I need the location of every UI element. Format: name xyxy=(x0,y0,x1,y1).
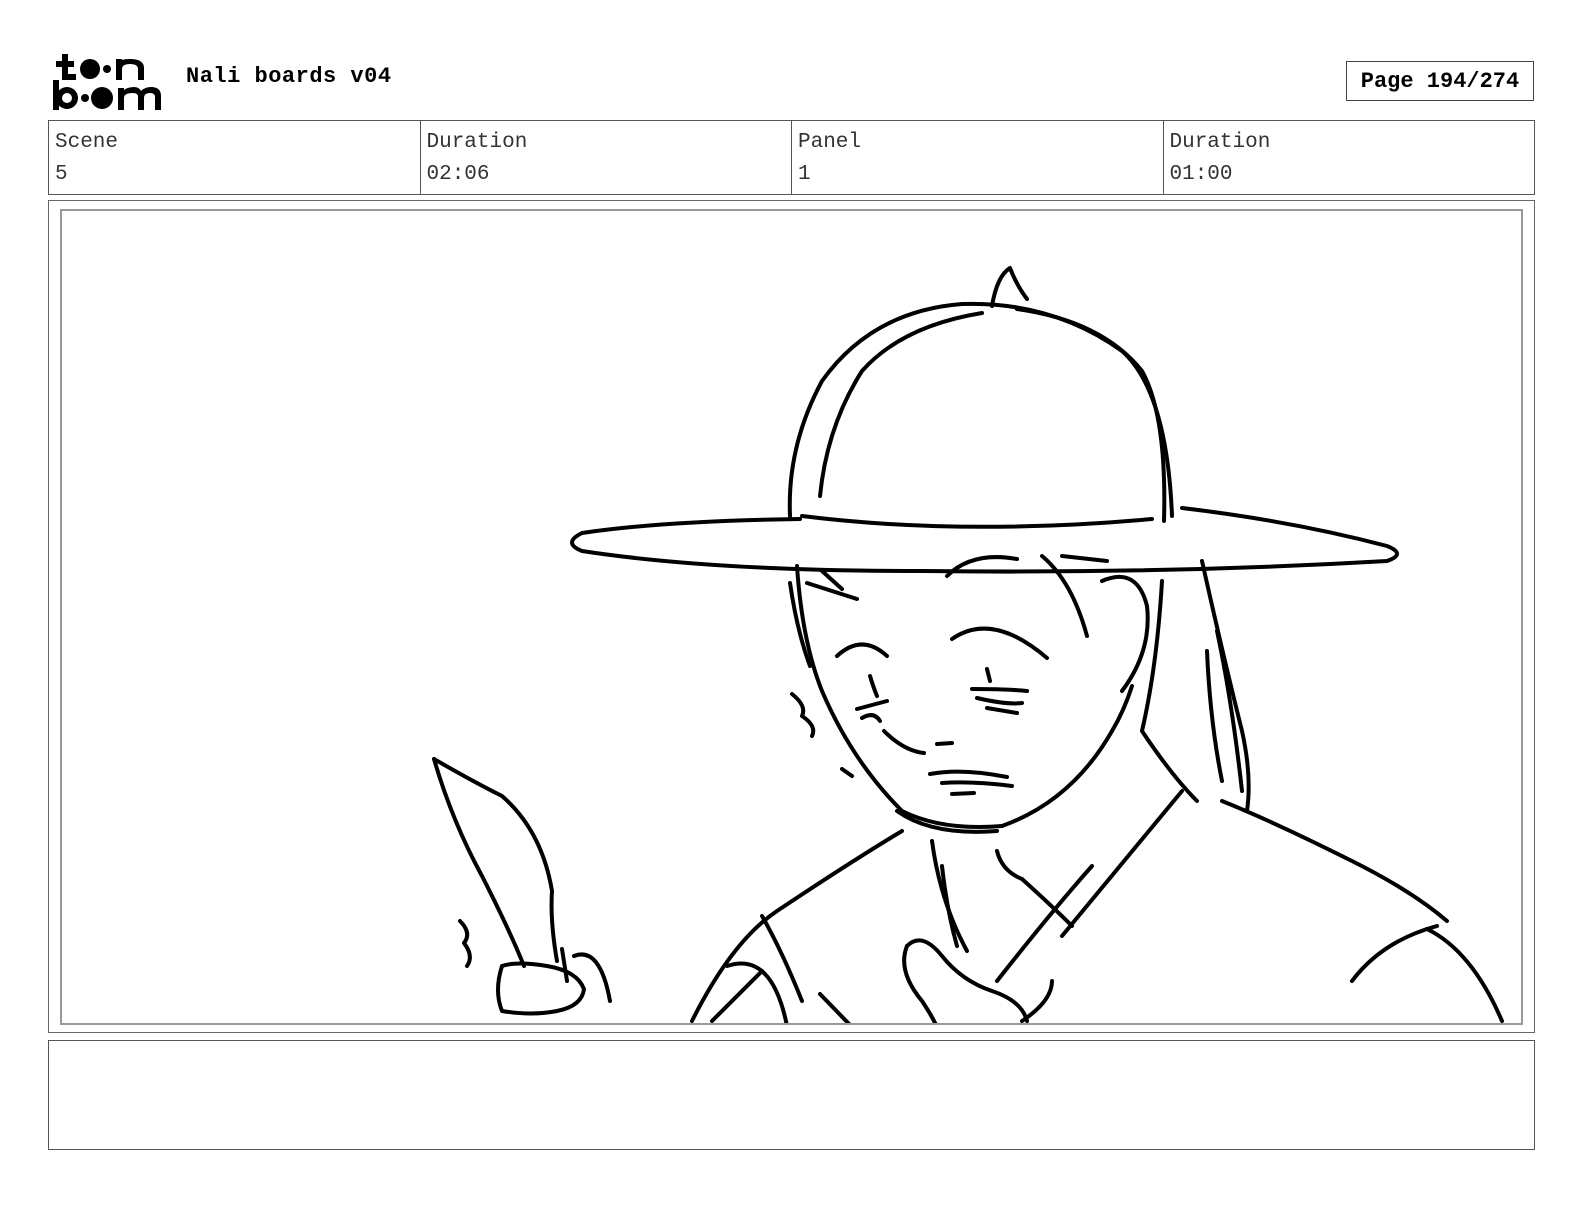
panel-cell: Panel 1 xyxy=(792,121,1164,194)
panel-image-area xyxy=(60,209,1523,1025)
panel-duration-label: Duration xyxy=(1169,131,1271,154)
scene-info-table: Scene 5 Duration 02:06 Panel 1 Duration … xyxy=(48,120,1535,195)
panel-duration-cell: Duration 01:00 xyxy=(1164,121,1535,194)
scene-duration-value: 02:06 xyxy=(426,163,490,186)
scene-duration-label: Duration xyxy=(426,131,528,154)
panel-value: 1 xyxy=(798,163,811,186)
scene-label: Scene xyxy=(55,131,119,154)
document-title: Nali boards v04 xyxy=(186,64,392,89)
page-number: Page 194/274 xyxy=(1346,61,1534,101)
scene-duration-cell: Duration 02:06 xyxy=(421,121,792,194)
panel-duration-value: 01:00 xyxy=(1169,163,1233,186)
panel-notes-box xyxy=(48,1040,1535,1150)
scene-cell: Scene 5 xyxy=(49,121,421,194)
scene-value: 5 xyxy=(55,163,68,186)
character-sketch-icon xyxy=(432,266,1504,1023)
toon-boom-logo-icon xyxy=(53,54,161,110)
panel-label: Panel xyxy=(798,131,862,154)
